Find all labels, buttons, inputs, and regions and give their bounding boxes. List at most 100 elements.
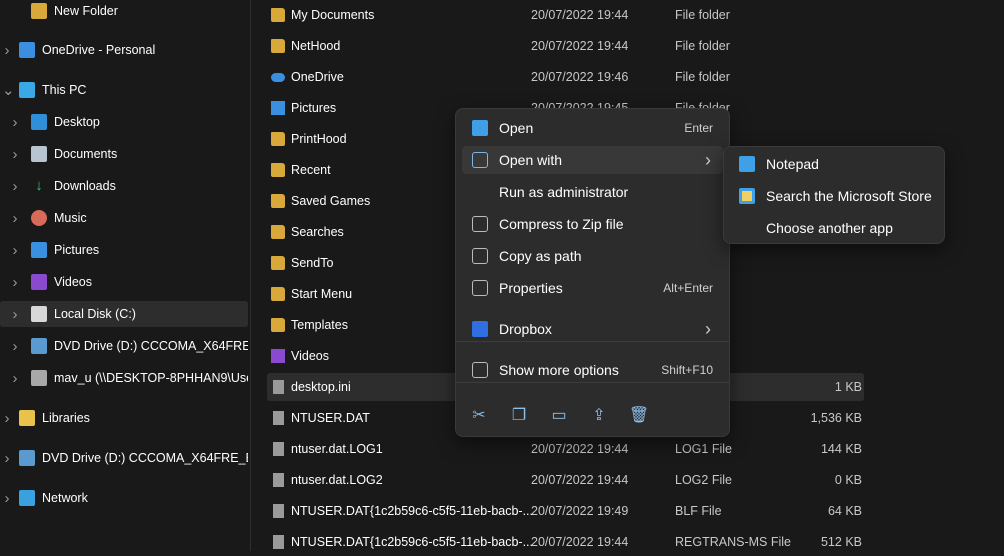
open-with-submenu: Notepad Search the Microsoft Store Choose …: [723, 146, 945, 244]
monitor-icon: [19, 82, 35, 98]
sidebar-item-this-pc[interactable]: ⌄ This PC: [0, 77, 248, 103]
chevron-right-icon[interactable]: ›: [2, 490, 12, 507]
menu-item-label: Dropbox: [499, 321, 552, 337]
file-row[interactable]: NTUSER.DAT{1c2b59c6-c5f5-11eb-bacb-... 20…: [267, 497, 864, 525]
menu-item-properties[interactable]: Properties Alt+Enter: [462, 274, 723, 302]
sidebar-item-local-disk-c[interactable]: › Local Disk (C:): [0, 301, 248, 327]
share-button[interactable]: ⇪: [587, 403, 611, 427]
rename-button[interactable]: ▭: [547, 403, 571, 427]
sidebar-item-documents[interactable]: › Documents: [0, 141, 248, 167]
notepad-icon: [739, 156, 755, 172]
chevron-right-icon[interactable]: ›: [10, 306, 20, 323]
document-icon: [31, 146, 47, 162]
sidebar-item-mav-u-desktop-8phhan9-users[interactable]: › mav_u (\\DESKTOP-8PHHAN9\Users): [0, 365, 249, 391]
folder-icon: [271, 39, 285, 53]
sidebar-item-desktop[interactable]: › Desktop: [0, 109, 248, 135]
sidebar-item-label: This PC: [42, 83, 87, 97]
sidebar-item-videos[interactable]: › Videos: [0, 269, 248, 295]
chevron-right-icon[interactable]: ›: [2, 450, 12, 467]
sidebar-item-music[interactable]: › Music: [0, 205, 248, 231]
file-icon: [273, 535, 284, 549]
chevron-right-icon[interactable]: ›: [10, 338, 20, 355]
chevron-right-icon[interactable]: ›: [2, 42, 12, 59]
menu-item-compress-to-zip-file[interactable]: Compress to Zip file: [462, 210, 723, 238]
copy-button[interactable]: ❐: [507, 403, 531, 427]
file-name: ntuser.dat.LOG1: [291, 442, 383, 456]
sidebar-item-label: DVD Drive (D:) CCCOMA_X64FRE_EN-G: [42, 451, 248, 465]
file-row[interactable]: NTUSER.DAT{1c2b59c6-c5f5-11eb-bacb-... 20…: [267, 528, 864, 556]
menu-item-copy-as-path[interactable]: Copy as path: [462, 242, 723, 270]
menu-item-label: Open: [499, 120, 534, 136]
file-name: Templates: [291, 318, 348, 332]
chevron-right-icon: ›: [705, 318, 711, 339]
file-name: OneDrive: [291, 70, 344, 84]
network-icon: [19, 490, 35, 506]
sidebar-item-label: Downloads: [54, 179, 116, 193]
sidebar-item-downloads[interactable]: › ↓ Downloads: [0, 173, 248, 199]
chevron-right-icon[interactable]: ›: [10, 146, 20, 163]
folder-icon: [271, 163, 285, 177]
chevron-right-icon[interactable]: ›: [2, 410, 12, 427]
menu-item-label: Show more options: [499, 362, 619, 378]
sidebar-item-onedrive-personal[interactable]: › OneDrive - Personal: [0, 37, 248, 63]
sidebar-item-new-folder[interactable]: New Folder: [0, 0, 248, 24]
file-date: 20/07/2022 19:44: [531, 473, 629, 487]
sidebar-item-network[interactable]: › Network: [0, 485, 248, 511]
menu-item-open[interactable]: Open Enter: [462, 114, 723, 142]
file-size: 64 KB: [827, 504, 862, 518]
delete-button[interactable]: 🗑: [627, 403, 651, 427]
menu-item-show-more-options[interactable]: Show more options Shift+F10: [462, 356, 723, 384]
submenu-item-search-the-microsoft-store[interactable]: Search the Microsoft Store: [728, 181, 942, 211]
zip-icon: [472, 216, 488, 232]
submenu-item-choose-another-app[interactable]: Choose another app: [728, 213, 942, 243]
disk-icon: [31, 306, 47, 322]
sidebar-item-label: OneDrive - Personal: [42, 43, 156, 57]
store-icon: [739, 188, 755, 204]
file-row[interactable]: ntuser.dat.LOG2 20/07/2022 19:44 LOG2 File…: [267, 466, 864, 494]
sidebar-item-label: DVD Drive (D:) CCCOMA_X64FRE_EN-: [54, 339, 248, 353]
file-name: NetHood: [291, 39, 341, 53]
file-size: 1,536 KB: [810, 411, 862, 425]
file-size: 144 KB: [820, 442, 862, 456]
menu-item-dropbox[interactable]: Dropbox ›: [462, 315, 723, 343]
navigation-pane: New Folder › OneDrive - Personal ⌄ This PC › D…: [0, 0, 251, 551]
chevron-right-icon[interactable]: ›: [10, 178, 20, 195]
menu-item-open-with[interactable]: Open with ›: [462, 146, 723, 174]
folder-icon: [271, 287, 285, 301]
file-date: 20/07/2022 19:44: [531, 39, 629, 53]
menu-item-run-as-administrator[interactable]: Run as administrator: [462, 178, 723, 206]
chevron-down-icon[interactable]: ⌄: [2, 81, 15, 99]
sidebar-item-pictures[interactable]: › Pictures: [0, 237, 248, 263]
sidebar-item-libraries[interactable]: › Libraries: [0, 405, 248, 431]
file-icon: [273, 504, 284, 518]
sidebar-item-dvd-drive-d-cccoma-x64fre-en[interactable]: › DVD Drive (D:) CCCOMA_X64FRE_EN-: [0, 333, 249, 359]
file-row[interactable]: OneDrive 20/07/2022 19:46 File folder: [267, 63, 864, 91]
pictures-icon: [271, 101, 285, 115]
submenu-item-notepad[interactable]: Notepad: [728, 149, 942, 179]
menu-item-label: Copy as path: [499, 248, 582, 264]
cut-button[interactable]: ✂: [467, 403, 491, 427]
chevron-right-icon[interactable]: ›: [10, 114, 20, 131]
chevron-right-icon[interactable]: ›: [10, 242, 20, 259]
file-row[interactable]: NetHood 20/07/2022 19:44 File folder: [267, 32, 864, 60]
file-name: Saved Games: [291, 194, 371, 208]
file-row[interactable]: ntuser.dat.LOG1 20/07/2022 19:44 LOG1 File…: [267, 435, 864, 463]
file-size: 512 KB: [820, 535, 862, 549]
download-icon: ↓: [35, 177, 43, 194]
libraries-icon: [19, 410, 35, 426]
chevron-right-icon[interactable]: ›: [10, 274, 20, 291]
sidebar-item-dvd-drive-d-cccoma-x64fre-en-g[interactable]: › DVD Drive (D:) CCCOMA_X64FRE_EN-G: [0, 445, 249, 471]
folder-icon: [271, 8, 285, 22]
folder-icon: [271, 225, 285, 239]
file-type: File folder: [675, 8, 730, 22]
file-date: 20/07/2022 19:44: [531, 442, 629, 456]
chevron-right-icon[interactable]: ›: [10, 210, 20, 227]
chevron-right-icon[interactable]: ›: [10, 370, 20, 387]
file-name: ntuser.dat.LOG2: [291, 473, 383, 487]
menu-item-label: Open with: [499, 152, 563, 168]
file-row[interactable]: My Documents 20/07/2022 19:44 File folder: [267, 1, 864, 29]
folder-icon: [271, 194, 285, 208]
pictures-icon: [31, 242, 47, 258]
open-with-icon: [472, 152, 488, 168]
file-icon: [273, 411, 284, 425]
